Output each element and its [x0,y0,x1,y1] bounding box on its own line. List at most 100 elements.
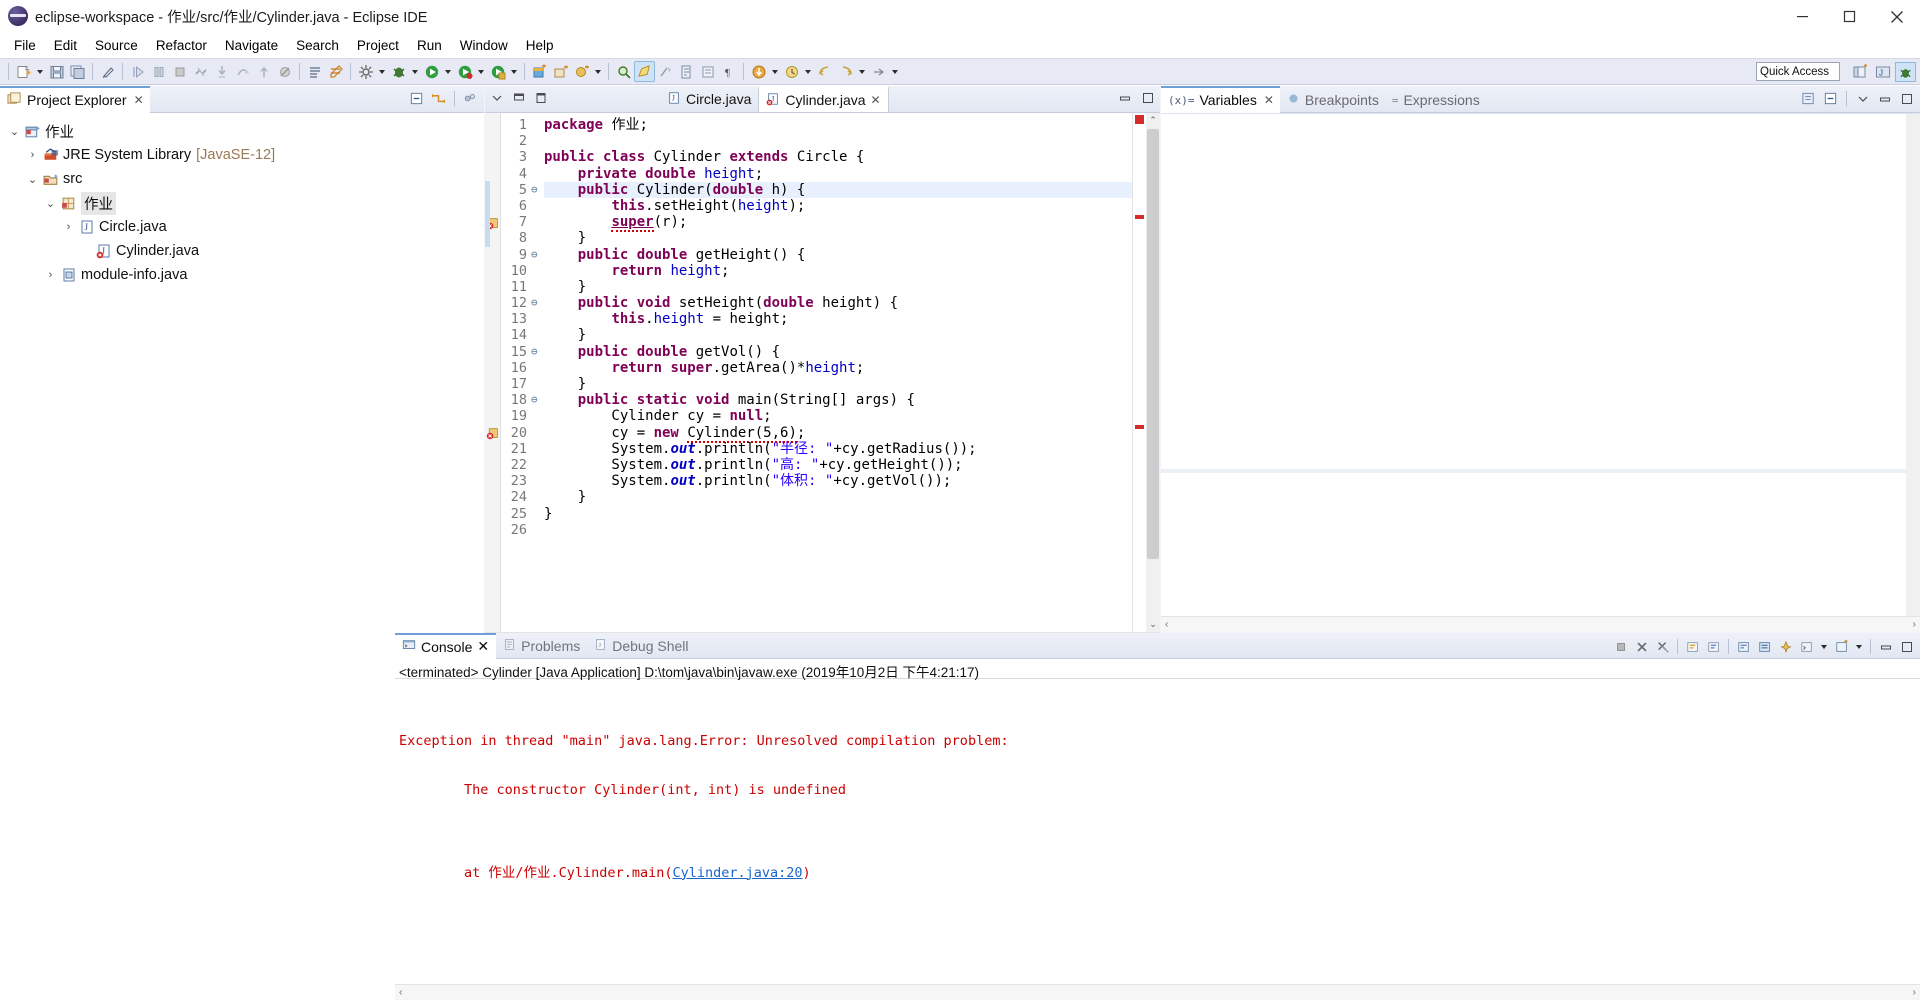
run-last-icon[interactable] [454,61,475,82]
hscroll-left-icon[interactable]: ‹ [1165,619,1168,630]
menu-edit[interactable]: Edit [45,35,86,56]
maximize-icon[interactable] [533,90,548,105]
previous-annotation-icon[interactable] [676,61,697,82]
code-line[interactable]: super(r); [544,214,1132,233]
download-dropdown-icon[interactable] [769,61,781,82]
code-line[interactable]: System.out.println("体积: "+cy.getVol()); [544,473,1132,489]
terminate-icon[interactable] [1611,637,1630,656]
maximize-icon[interactable] [1140,90,1155,105]
chevron-down-icon[interactable]: ⌄ [6,125,23,138]
terminate-icon[interactable] [169,61,190,82]
minimize-icon[interactable] [511,90,526,105]
hscroll-right-icon[interactable]: › [1913,987,1916,998]
menu-refactor[interactable]: Refactor [147,35,216,56]
minimize-icon[interactable] [1117,90,1132,105]
code-line[interactable]: } [544,489,1132,505]
menu-run[interactable]: Run [408,35,451,56]
new-wizard-dropdown-icon[interactable] [34,61,46,82]
step-into-icon[interactable] [211,61,232,82]
tree-item-src[interactable]: ⌄ src [0,167,484,191]
scroll-thumb[interactable] [1147,129,1159,559]
code-editor-body[interactable]: 1 2 3 4 5 6 7 8 9 10 11 12 13 14 15 16 1 [485,113,1160,632]
toggle-mark-occurrences-icon[interactable] [325,61,346,82]
next-arrow-icon[interactable] [868,61,889,82]
menu-navigate[interactable]: Navigate [216,35,287,56]
pilcrow-icon[interactable]: ¶ [718,61,739,82]
variables-table[interactable]: ‹ › [1161,113,1920,632]
open-console-dropdown-icon[interactable] [1853,636,1865,657]
code-line[interactable]: public double getVol() { [544,344,1132,360]
minimize-icon[interactable] [1876,637,1895,656]
resume-icon[interactable] [127,61,148,82]
collapse-all-icon[interactable] [1821,89,1840,108]
forward-dropdown-icon[interactable] [856,61,868,82]
collapse-all-icon[interactable] [407,89,426,108]
hscroll-right-icon[interactable]: › [1913,619,1916,630]
editor-tab-cylinder-java[interactable]: J Cylinder.java ✕ [758,86,889,112]
maximize-button[interactable] [1826,0,1873,33]
history-icon[interactable] [781,61,802,82]
maximize-icon[interactable] [1897,89,1916,108]
code-line[interactable]: } [544,376,1132,392]
chevron-right-icon[interactable]: › [42,269,59,281]
stacktrace-link[interactable]: Cylinder.java:20 [672,865,802,881]
tree-item-cylinder-java[interactable]: J Cylinder.java [0,239,484,263]
tab-debug-shell[interactable]: J Debug Shell [587,633,695,659]
code-line[interactable]: } [544,327,1132,343]
tab-console[interactable]: Console ✕ [395,632,497,659]
scroll-up-icon[interactable]: ⌃ [1149,113,1157,128]
menu-source[interactable]: Source [86,35,147,56]
new-package-icon[interactable] [550,61,571,82]
new-class-dropdown-icon[interactable] [592,61,604,82]
code-line[interactable] [544,522,1132,538]
code-line[interactable]: package 作业; [544,117,1132,133]
quick-access-input[interactable] [1756,62,1840,81]
tab-project-explorer[interactable]: Project Explorer ✕ [0,85,150,113]
editor-tab-circle-java[interactable]: J Circle.java [660,86,758,112]
link-icon[interactable] [97,61,118,82]
step-return-icon[interactable] [253,61,274,82]
tab-problems[interactable]: Problems [496,633,587,659]
code-line[interactable]: System.out.println("半径: "+cy.getRadius()… [544,441,1132,457]
new-java-project-icon[interactable] [529,61,550,82]
new-wizard-icon[interactable] [13,61,34,82]
variables-vertical-scrollbar[interactable] [1906,114,1920,616]
disconnect-icon[interactable] [190,61,211,82]
view-menu-icon[interactable] [489,90,504,105]
back-icon[interactable] [814,61,835,82]
tab-variables[interactable]: (x)= Variables ✕ [1161,85,1280,113]
last-edit-location-icon[interactable] [697,61,718,82]
next-arrow-dropdown-icon[interactable] [889,61,901,82]
code-line[interactable]: public void setHeight(double height) { [544,295,1132,311]
source-code-text[interactable]: package 作业; public class Cylinder extend… [544,113,1132,632]
run-last-dropdown-icon[interactable] [475,61,487,82]
code-line[interactable]: return height; [544,263,1132,279]
remove-launch-icon[interactable] [1632,637,1651,656]
view-menu-icon[interactable] [1853,89,1872,108]
menu-project[interactable]: Project [348,35,408,56]
menu-search[interactable]: Search [287,35,348,56]
folding-ruler[interactable]: ⊖ ⊖ ⊖ ⊖ ⊖ [531,113,544,632]
open-perspective-icon[interactable] [1849,62,1870,82]
code-line[interactable] [544,133,1132,149]
coverage-dropdown-icon[interactable] [508,61,520,82]
chevron-down-icon[interactable]: ⌄ [24,173,41,186]
save-icon[interactable] [46,61,67,82]
next-annotation-icon[interactable] [655,61,676,82]
history-dropdown-icon[interactable] [802,61,814,82]
show-logical-structure-icon[interactable] [1799,89,1818,108]
console-output[interactable]: Exception in thread "main" java.lang.Err… [395,679,1920,914]
minimize-icon[interactable] [1875,89,1894,108]
error-marker-line20[interactable] [486,427,499,445]
code-line[interactable]: } [544,230,1132,246]
close-icon[interactable]: ✕ [1264,93,1274,107]
skip-breakpoints-icon[interactable] [274,61,295,82]
close-icon[interactable]: ✕ [477,638,489,655]
minimize-button[interactable] [1779,0,1826,33]
variables-detail-splitter[interactable] [1161,469,1906,473]
external-tools-icon[interactable] [355,61,376,82]
chevron-down-icon[interactable]: ⌄ [42,197,59,210]
editor-vertical-scrollbar[interactable]: ⌃ ⌄ [1146,113,1160,632]
new-class-icon[interactable] [571,61,592,82]
step-over-icon[interactable] [232,61,253,82]
